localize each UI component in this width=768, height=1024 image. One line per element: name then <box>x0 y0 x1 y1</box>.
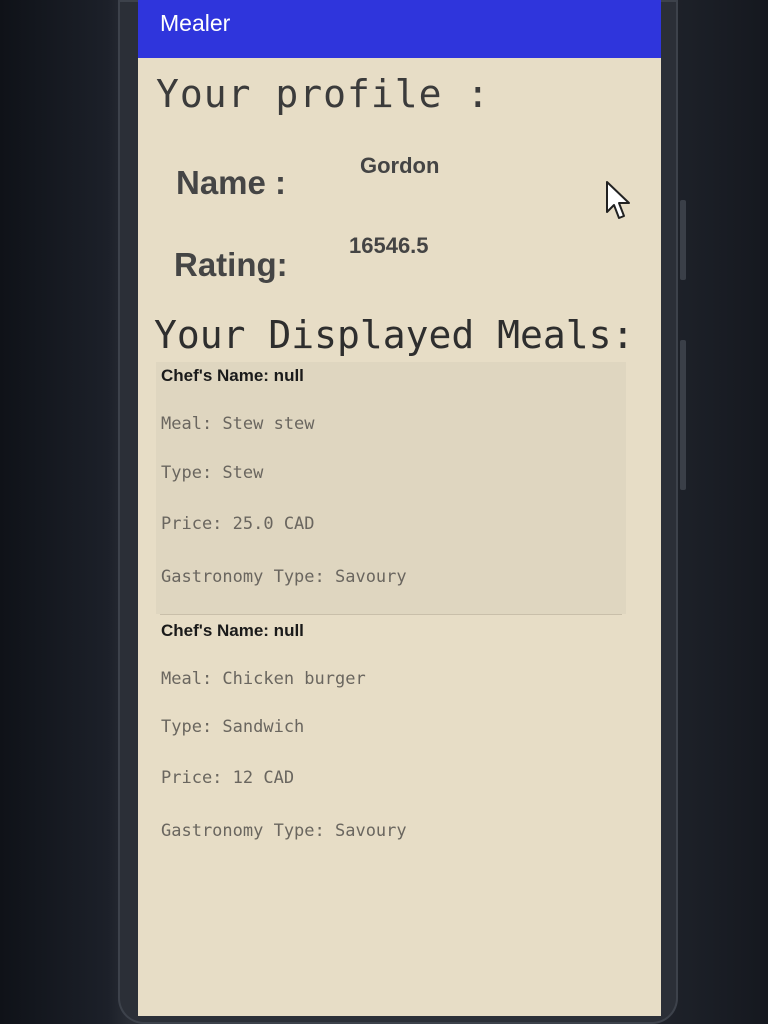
app-bar: Mealer <box>138 0 661 58</box>
name-label: Name : <box>176 164 287 201</box>
meal-price: Price: 25.0 CAD <box>161 514 315 534</box>
profile-heading: Your profile : <box>156 72 491 116</box>
meal-gastronomy-type: Gastronomy Type: Savoury <box>161 567 407 587</box>
chef-name: Chef's Name: null <box>161 366 304 385</box>
name-value: Gordon <box>360 153 440 178</box>
meal-price: Price: 12 CAD <box>161 768 295 788</box>
rating-value: 16546.5 <box>349 233 429 258</box>
chef-name: Chef's Name: null <box>161 621 304 640</box>
meal-name: Meal: Chicken burger <box>161 669 366 689</box>
meals-heading: Your Displayed Meals: <box>154 313 635 357</box>
meal-type: Type: Sandwich <box>161 717 305 737</box>
meal-divider <box>160 614 622 615</box>
meal-card[interactable]: Chef's Name: null Meal: Chicken burger T… <box>156 621 626 873</box>
app-screen: Mealer Your profile : Name : Gordon Rati… <box>138 0 661 1016</box>
meal-list[interactable]: Chef's Name: null Meal: Stew stew Type: … <box>156 362 626 873</box>
app-title: Mealer <box>160 10 231 36</box>
meal-name: Meal: Stew stew <box>161 414 315 434</box>
meal-card[interactable]: Chef's Name: null Meal: Stew stew Type: … <box>156 362 626 614</box>
meal-type: Type: Stew <box>161 463 264 483</box>
power-button <box>680 340 686 490</box>
volume-button <box>680 200 686 280</box>
mouse-pointer-icon <box>606 181 630 219</box>
meal-gastronomy-type: Gastronomy Type: Savoury <box>161 821 407 841</box>
rating-label: Rating: <box>174 246 288 283</box>
